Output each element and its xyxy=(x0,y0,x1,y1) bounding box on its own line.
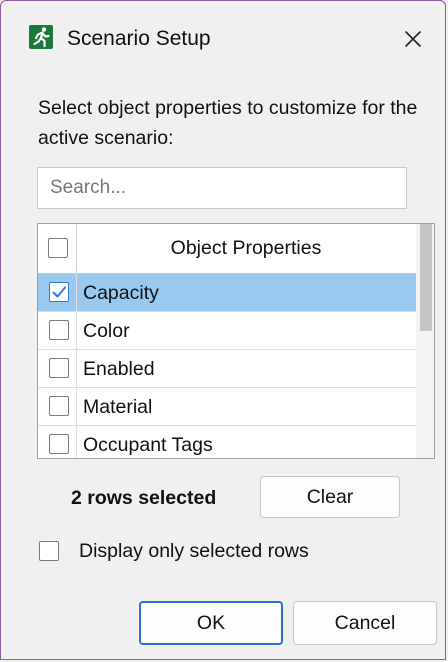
row-label: Enabled xyxy=(83,358,155,380)
cancel-button[interactable]: Cancel xyxy=(293,601,437,645)
row-checkbox[interactable] xyxy=(49,396,69,416)
row-label: Capacity xyxy=(83,282,159,304)
window-title: Scenario Setup xyxy=(67,27,211,50)
table-row[interactable]: Material xyxy=(38,388,416,426)
display-only-selected-checkbox[interactable] xyxy=(39,541,59,561)
table-row[interactable]: Capacity xyxy=(38,274,416,312)
display-only-selected-label: Display only selected rows xyxy=(79,540,309,562)
row-divider xyxy=(76,426,77,458)
row-label: Occupant Tags xyxy=(83,434,213,456)
table-row[interactable]: Occupant Tags xyxy=(38,426,416,458)
ok-button[interactable]: OK xyxy=(139,601,283,645)
row-checkbox[interactable] xyxy=(49,358,69,378)
instruction-text: Select object properties to customize fo… xyxy=(38,97,418,149)
row-divider xyxy=(76,388,77,426)
running-person-icon xyxy=(29,25,53,49)
row-label: Color xyxy=(83,320,130,342)
row-checkbox[interactable] xyxy=(49,320,69,340)
title-bar: Scenario Setup xyxy=(1,1,447,79)
search-input[interactable] xyxy=(37,167,407,209)
select-all-cell xyxy=(38,224,77,273)
dialog-window: Scenario Setup Select object properties … xyxy=(0,0,446,660)
select-all-checkbox[interactable] xyxy=(48,238,68,258)
properties-table: Object Properties Capacity Color Enabled… xyxy=(37,223,435,459)
table-row[interactable]: Enabled xyxy=(38,350,416,388)
selection-count-text: 2 rows selected xyxy=(71,487,217,509)
row-label: Material xyxy=(83,396,153,418)
close-button[interactable] xyxy=(395,21,431,57)
table-header: Object Properties xyxy=(38,224,416,274)
table-body: Capacity Color Enabled Material Occupant xyxy=(38,274,416,458)
table-row[interactable]: Color xyxy=(38,312,416,350)
vertical-scrollbar[interactable] xyxy=(416,224,434,458)
scrollbar-thumb[interactable] xyxy=(420,224,432,331)
row-divider xyxy=(76,350,77,388)
row-divider xyxy=(76,312,77,350)
clear-button[interactable]: Clear xyxy=(260,476,400,518)
row-checkbox[interactable] xyxy=(49,434,69,454)
row-divider xyxy=(76,274,77,312)
row-checkbox[interactable] xyxy=(49,282,69,302)
close-icon xyxy=(405,31,421,47)
checkmark-icon xyxy=(52,286,66,298)
column-header-object-properties: Object Properties xyxy=(170,237,322,259)
